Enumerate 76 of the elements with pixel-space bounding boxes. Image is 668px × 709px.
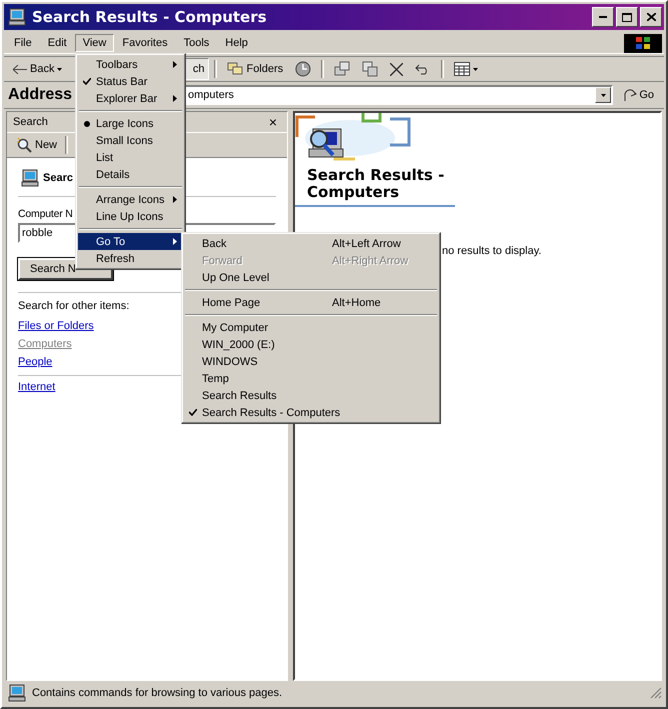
results-message: no results to display. <box>442 245 542 257</box>
menu-item[interactable]: Up One Level <box>184 269 438 286</box>
menu-item[interactable]: Arrange Icons <box>78 191 183 208</box>
window-title: Search Results - Computers <box>32 8 268 26</box>
section-label: Search for other items: <box>18 299 130 313</box>
menu-item[interactable]: WINDOWS <box>184 353 438 370</box>
menu-item[interactable]: My Computer <box>184 319 438 336</box>
grid-view-icon <box>454 62 470 76</box>
radio-dot-icon <box>84 120 90 126</box>
menu-title[interactable]: Edit <box>40 34 75 52</box>
folders-button[interactable]: Folders <box>222 58 288 80</box>
computer-search-icon <box>8 8 26 26</box>
link[interactable]: People <box>18 353 52 371</box>
caret-icon <box>600 94 606 96</box>
field-label: Computer N <box>18 207 73 221</box>
go-arrow-icon <box>623 88 638 102</box>
shortcut-label: Alt+Left Arrow <box>332 238 402 250</box>
status-text: Contains commands for browsing to various pages. <box>32 687 284 699</box>
pane-title: Search <box>13 116 48 128</box>
menu-title[interactable]: View <box>74 34 114 52</box>
menu-item[interactable]: Search Results - Computers <box>184 404 438 421</box>
link[interactable]: Files or Folders <box>18 317 94 335</box>
check-icon <box>83 78 91 85</box>
menu-item[interactable]: Search Results <box>184 387 438 404</box>
new-button[interactable]: New <box>11 134 62 156</box>
menu-title[interactable]: File <box>6 34 40 52</box>
close-button[interactable] <box>640 7 662 27</box>
submenu-arrow-icon <box>173 196 177 203</box>
menu-item[interactable]: Toolbars <box>78 56 183 73</box>
menu-title[interactable]: Tools <box>176 34 218 52</box>
menu-title[interactable]: Favorites <box>114 34 176 52</box>
submenu-arrow-icon <box>173 61 177 68</box>
menu-item[interactable]: Small Icons <box>78 132 183 149</box>
menu-item[interactable]: Back Alt+Left Arrow <box>184 235 438 252</box>
caret-icon <box>473 68 478 70</box>
computer-icon <box>8 684 26 702</box>
shortcut-label: Alt+Right Arrow <box>332 254 410 266</box>
link: Computers <box>18 337 72 352</box>
menu-item[interactable]: Line Up Icons <box>78 208 183 225</box>
menu-title[interactable]: Help <box>217 34 256 52</box>
back-button[interactable]: Back <box>8 58 68 80</box>
menu-item[interactable]: Temp <box>184 370 438 387</box>
menu-item[interactable]: Large Icons <box>78 115 183 132</box>
close-icon <box>646 13 656 21</box>
menu-item: Forward Alt+Right Arrow <box>184 252 438 269</box>
folders-icon <box>227 62 244 76</box>
delete-icon <box>390 62 404 76</box>
minimize-button[interactable] <box>592 7 614 27</box>
windows-logo <box>624 34 662 52</box>
link[interactable]: Internet <box>18 378 56 396</box>
close-button[interactable]: × <box>264 114 281 130</box>
results-heading: Search Results - Computers <box>307 167 446 201</box>
submenu-arrow-icon <box>173 238 177 245</box>
menu-item[interactable]: Go To <box>78 233 183 250</box>
maximize-icon <box>622 12 632 22</box>
submenu-arrow-icon <box>173 95 177 102</box>
menu-item[interactable]: Details <box>78 166 183 183</box>
copy-icon <box>362 61 378 77</box>
maximize-button[interactable] <box>616 7 638 27</box>
menu-item[interactable]: Home Page Alt+Home <box>184 294 438 311</box>
go-button[interactable]: Go <box>617 84 660 106</box>
resize-grip-icon <box>650 687 662 699</box>
magnifier-icon <box>16 137 32 153</box>
back-arrow-icon <box>13 64 27 74</box>
address-label: Address <box>8 86 72 104</box>
computer-icon <box>21 169 39 187</box>
menu-item[interactable]: Explorer Bar <box>78 90 183 107</box>
caret-icon <box>57 68 62 70</box>
minimize-icon <box>599 16 607 18</box>
menu-item[interactable]: List <box>78 149 183 166</box>
pane-heading: Searc <box>43 172 73 184</box>
check-icon <box>189 409 197 416</box>
clock-icon <box>295 61 312 77</box>
menu-item[interactable]: WIN_2000 (E:) <box>184 336 438 353</box>
shortcut-label: Alt+Home <box>332 296 382 308</box>
dropdown-button[interactable] <box>595 87 612 103</box>
